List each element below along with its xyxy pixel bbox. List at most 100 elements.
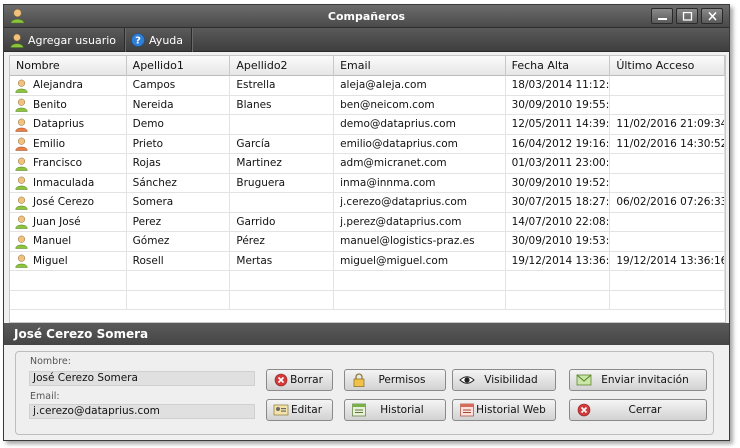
table-row[interactable]: Benito Nereida Blanes ben@neicom.com 30/09/2… — [10, 95, 725, 115]
user-detail-panel: Nombre: José Cerezo Somera Email: j.cere… — [15, 351, 714, 435]
cell-email: demo@dataprius.com — [334, 115, 506, 135]
user-name-text: Dataprius — [33, 118, 85, 131]
table-row[interactable]: Manuel Gómez Pérez manuel@logistics-praz.es… — [10, 232, 725, 252]
editar-button[interactable]: Editar — [266, 399, 333, 421]
cell-apellido2 — [230, 271, 335, 291]
selected-user-header: José Cerezo Somera — [4, 323, 729, 345]
title-bar[interactable]: Compañeros — [4, 5, 729, 28]
cell-ultimo-acceso — [610, 271, 725, 291]
help-button[interactable]: ? Ayuda — [125, 28, 193, 52]
companeros-window: Compañeros Agregar usuario ? Ayuda Nombr… — [3, 4, 730, 441]
visibilidad-button[interactable]: Visibilidad — [452, 369, 556, 391]
lock-icon — [353, 373, 365, 387]
users-table: Nombre Apellido1 Apellido2 Email Fecha A… — [9, 55, 726, 323]
table-row[interactable]: Alejandra Campos Estrella aleja@aleja.com 18… — [10, 76, 725, 96]
cell-email — [334, 290, 506, 310]
cell-ultimo-acceso — [610, 212, 725, 232]
cell-ultimo-acceso: 11/02/2016 14:30:52 — [610, 134, 725, 154]
enviar-invitacion-button[interactable]: Enviar invitación — [569, 369, 707, 391]
cell-ultimo-acceso — [610, 173, 725, 193]
table-row[interactable]: Inmaculada Sánchez Bruguera inma@innma.com 3… — [10, 173, 725, 193]
table-row[interactable]: Francisco Rojas Martinez adm@micranet.com 01… — [10, 154, 725, 174]
borrar-button[interactable]: Borrar — [266, 369, 333, 391]
name-field[interactable]: José Cerezo Somera — [29, 371, 255, 386]
minimize-button[interactable] — [651, 8, 673, 24]
cell-fecha-alta: 30/09/2010 19:55:37 — [506, 95, 611, 115]
column-header-ultimo-acceso[interactable]: Último Acceso — [610, 56, 725, 76]
cell-nombre: Manuel — [10, 232, 127, 252]
cell-ultimo-acceso — [610, 95, 725, 115]
cell-email: manuel@logistics-praz.es — [334, 232, 506, 252]
cell-email: inma@innma.com — [334, 173, 506, 193]
cell-apellido2: Blanes — [230, 95, 335, 115]
cell-ultimo-acceso: 19/12/2014 13:36:16 — [610, 251, 725, 271]
cell-apellido1: Sánchez — [127, 173, 231, 193]
column-header-nombre[interactable]: Nombre — [10, 56, 127, 76]
cell-nombre — [10, 290, 127, 310]
cell-email: j.perez@dataprius.com — [334, 212, 506, 232]
toolbar: Agregar usuario ? Ayuda — [4, 28, 729, 52]
cell-fecha-alta: 14/07/2010 22:08:48 — [506, 212, 611, 232]
cell-fecha-alta — [506, 271, 611, 291]
user-name-text: Miguel — [33, 254, 68, 267]
cell-apellido1: Campos — [127, 76, 231, 96]
user-green-icon — [15, 98, 28, 112]
table-header: Nombre Apellido1 Apellido2 Email Fecha A… — [10, 56, 725, 76]
table-row[interactable]: Miguel Rosell Mertas miguel@miguel.com 19/12… — [10, 251, 725, 271]
history-icon — [352, 403, 366, 417]
cell-email — [334, 271, 506, 291]
edit-card-icon — [273, 404, 289, 416]
cell-apellido2 — [230, 193, 335, 213]
user-green-icon — [15, 196, 28, 210]
cell-ultimo-acceso: 11/02/2016 21:09:34 — [610, 115, 725, 135]
cell-apellido2: Garrido — [230, 212, 335, 232]
cell-email: aleja@aleja.com — [334, 76, 506, 96]
cell-ultimo-acceso — [610, 154, 725, 174]
cell-fecha-alta: 18/03/2014 11:12:52 — [506, 76, 611, 96]
maximize-button[interactable] — [676, 8, 698, 24]
table-row[interactable]: Juan José Perez Garrido j.perez@dataprius.c… — [10, 212, 725, 232]
cell-apellido2 — [230, 115, 335, 135]
cell-email: emilio@dataprius.com — [334, 134, 506, 154]
permisos-button[interactable]: Permisos — [344, 369, 446, 391]
user-green-icon — [15, 79, 28, 93]
email-field[interactable]: j.cerezo@dataprius.com — [29, 404, 255, 419]
table-row[interactable]: José Cerezo Somera j.cerezo@dataprius.com 3… — [10, 193, 725, 213]
cell-nombre: Inmaculada — [10, 173, 127, 193]
cell-apellido2: Mertas — [230, 251, 335, 271]
cell-email: adm@micranet.com — [334, 154, 506, 174]
table-row[interactable]: Dataprius Demo demo@dataprius.com 12/05/201… — [10, 115, 725, 135]
cell-fecha-alta: 12/05/2011 14:39:46 — [506, 115, 611, 135]
maximize-icon — [682, 12, 693, 21]
cell-nombre: José Cerezo — [10, 193, 127, 213]
historial-button[interactable]: Historial — [344, 399, 446, 421]
cell-email: miguel@miguel.com — [334, 251, 506, 271]
cell-nombre: Juan José — [10, 212, 127, 232]
user-name-text: José Cerezo — [33, 196, 95, 209]
column-header-apellido2[interactable]: Apellido2 — [230, 56, 335, 76]
table-row[interactable]: Emilio Prieto García emilio@dataprius.com 16… — [10, 134, 725, 154]
add-user-button[interactable]: Agregar usuario — [4, 28, 126, 52]
help-label: Ayuda — [149, 33, 184, 47]
help-icon: ? — [131, 33, 145, 47]
user-name-text: Emilio — [33, 137, 66, 150]
user-orange-icon — [15, 137, 28, 151]
user-name-text: Francisco — [33, 157, 83, 170]
cell-email: j.cerezo@dataprius.com — [334, 193, 506, 213]
cell-ultimo-acceso — [610, 76, 725, 96]
close-window-button[interactable] — [701, 8, 723, 24]
user-name-text: Benito — [33, 98, 67, 111]
eye-icon — [459, 376, 475, 384]
svg-text:?: ? — [135, 36, 141, 47]
cancel-icon — [577, 403, 591, 417]
cerrar-button[interactable]: Cerrar — [569, 399, 707, 421]
historial-web-button[interactable]: Historial Web — [452, 399, 556, 421]
column-header-fecha-alta[interactable]: Fecha Alta — [506, 56, 611, 76]
cell-nombre: Benito — [10, 95, 127, 115]
column-header-apellido1[interactable]: Apellido1 — [127, 56, 231, 76]
cell-nombre: Francisco — [10, 154, 127, 174]
column-header-email[interactable]: Email — [334, 56, 506, 76]
cell-ultimo-acceso — [610, 232, 725, 252]
delete-icon — [274, 373, 288, 387]
cell-nombre — [10, 271, 127, 291]
